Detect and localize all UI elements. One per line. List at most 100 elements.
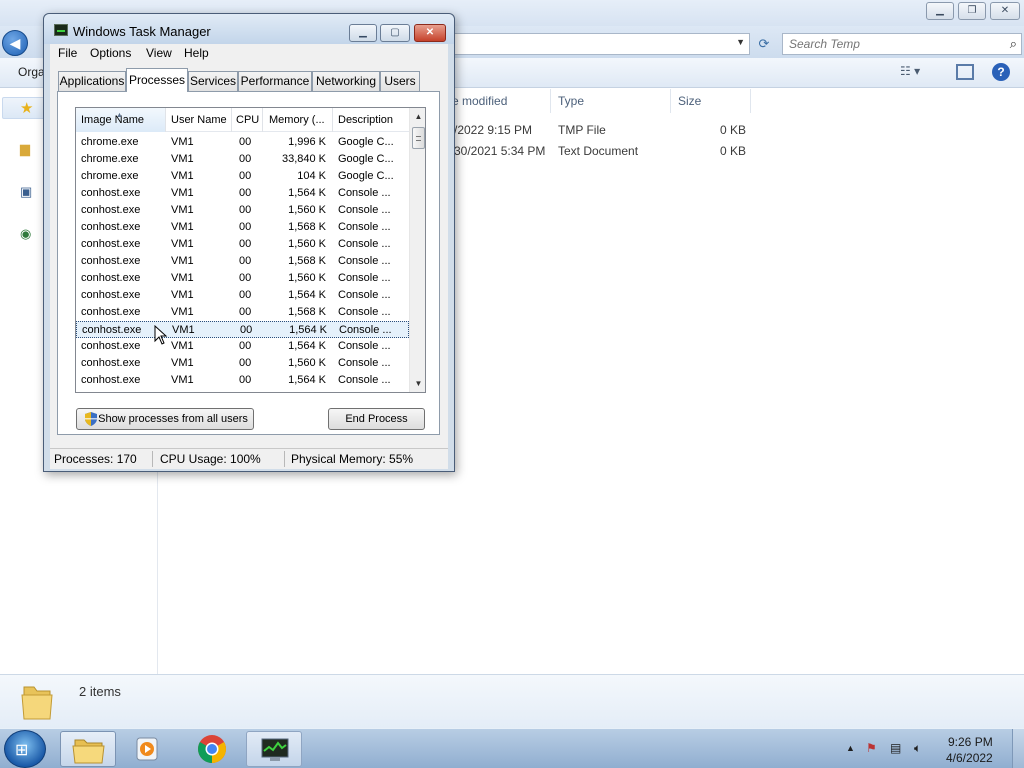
mouse-pointer-icon: [154, 325, 168, 345]
process-memory: 1,564 K: [288, 340, 326, 352]
refresh-icon[interactable]: ⟳: [754, 34, 774, 54]
volume-icon[interactable]: 🔈︎: [914, 741, 921, 756]
menu-options[interactable]: Options: [90, 46, 131, 60]
status-physical-memory: Physical Memory: 55%: [291, 452, 414, 466]
menu-file[interactable]: File: [58, 46, 77, 60]
process-list[interactable]: ▲ Image Name User Name CPU Memory (... D…: [75, 107, 426, 393]
process-cpu: 00: [239, 289, 252, 301]
address-field[interactable]: ▼: [450, 33, 750, 55]
process-image-name: conhost.exe: [81, 272, 141, 284]
explorer-close-button[interactable]: ✕: [990, 2, 1020, 20]
table-row[interactable]: chrome.exe VM1 00 1,996 K Google C...: [76, 134, 409, 151]
tab-networking[interactable]: Networking: [312, 71, 380, 91]
column-image-name[interactable]: ▲ Image Name: [76, 108, 165, 132]
column-cpu[interactable]: CPU: [236, 114, 264, 126]
column-description[interactable]: Description: [338, 114, 406, 126]
menu-help[interactable]: Help: [184, 46, 209, 60]
explorer-minimize-button[interactable]: ▁: [926, 2, 954, 20]
start-button[interactable]: ⊞: [4, 730, 46, 768]
table-row[interactable]: chrome.exe VM1 00 104 K Google C...: [76, 168, 409, 185]
table-row[interactable]: conhost.exe VM1 00 1,564 K Console ...: [76, 372, 409, 389]
action-center-icon[interactable]: ⚑: [866, 741, 877, 755]
status-divider: [152, 451, 153, 467]
menu-view[interactable]: View: [146, 46, 172, 60]
tab-applications[interactable]: Applications: [58, 71, 126, 91]
tab-performance[interactable]: Performance: [238, 71, 312, 91]
show-all-processes-button[interactable]: Show processes from all users: [76, 408, 254, 430]
taskbar-explorer-button[interactable]: [60, 731, 116, 767]
table-row[interactable]: conhost.exe VM1 00 1,560 K Console ...: [76, 270, 409, 287]
table-row[interactable]: conhost.exe VM1 00 1,560 K Console ...: [76, 236, 409, 253]
search-input[interactable]: [783, 34, 983, 54]
process-user-name: VM1: [171, 374, 194, 386]
show-desktop-button[interactable]: [1012, 729, 1024, 768]
clock-time[interactable]: 9:26 PM: [948, 735, 993, 749]
process-description: Google C...: [338, 153, 394, 165]
maximize-button[interactable]: ▢: [380, 24, 410, 42]
status-processes: Processes: 170: [54, 452, 137, 466]
process-user-name: VM1: [171, 340, 194, 352]
process-user-name: VM1: [171, 255, 194, 267]
table-row[interactable]: conhost.exe VM1 00 1,564 K Console ...: [76, 287, 409, 304]
column-date-modified[interactable]: e modified: [452, 94, 507, 108]
table-row[interactable]: conhost.exe VM1 00 1,564 K Console ...: [76, 321, 409, 338]
column-user-name[interactable]: User Name: [171, 114, 233, 126]
process-description: Google C...: [338, 170, 394, 182]
file-size: 0 KB: [720, 144, 747, 158]
table-row[interactable]: conhost.exe VM1 00 1,564 K Console ...: [76, 185, 409, 202]
tab-services[interactable]: Services: [188, 71, 238, 91]
process-image-name: conhost.exe: [81, 340, 141, 352]
scroll-down-arrow-icon[interactable]: ▼: [410, 375, 425, 392]
back-arrow-icon[interactable]: ◀: [2, 30, 28, 56]
column-divider: [332, 108, 333, 132]
column-memory[interactable]: Memory (...: [269, 114, 333, 126]
column-type[interactable]: Type: [558, 94, 584, 108]
tab-users[interactable]: Users: [380, 71, 420, 91]
process-list-header: ▲ Image Name User Name CPU Memory (... D…: [76, 108, 409, 132]
show-hidden-icons-icon[interactable]: ▲: [846, 743, 855, 753]
table-row[interactable]: conhost.exe VM1 00 1,560 K Console ...: [76, 355, 409, 372]
table-row[interactable]: conhost.exe VM1 00 1,560 K Console ...: [76, 202, 409, 219]
process-description: Console ...: [338, 340, 391, 352]
scrollbar-thumb[interactable]: [412, 127, 425, 149]
process-image-name: conhost.exe: [81, 374, 141, 386]
table-row[interactable]: chrome.exe VM1 00 33,840 K Google C...: [76, 151, 409, 168]
process-description: Console ...: [338, 306, 391, 318]
close-button[interactable]: ✕: [414, 24, 446, 42]
change-view-icon[interactable]: ☷ ▾: [900, 64, 940, 82]
status-bar: Processes: 170 CPU Usage: 100% Physical …: [50, 448, 448, 469]
taskbar-chrome-button[interactable]: [184, 731, 240, 767]
column-divider: [262, 108, 263, 132]
process-cpu: 00: [240, 324, 253, 336]
taskbar-task-manager-button[interactable]: [246, 731, 302, 767]
scroll-up-arrow-icon[interactable]: ▲: [410, 108, 425, 125]
column-size[interactable]: Size: [678, 94, 701, 108]
computer-icon[interactable]: ▣: [20, 184, 36, 200]
explorer-restore-button[interactable]: ❐: [958, 2, 986, 20]
end-process-button[interactable]: End Process: [328, 408, 425, 430]
search-box[interactable]: ⌕: [782, 33, 1022, 55]
process-description: Google C...: [338, 136, 394, 148]
table-row[interactable]: conhost.exe VM1 00 1,568 K Console ...: [76, 219, 409, 236]
details-pane: 2 items: [0, 674, 1024, 728]
clock-date[interactable]: 4/6/2022: [946, 751, 993, 765]
table-row[interactable]: conhost.exe VM1 00 1,568 K Console ...: [76, 253, 409, 270]
help-icon[interactable]: ?: [992, 63, 1010, 81]
task-manager-body: Applications Processes Services Performa…: [50, 64, 448, 448]
organize-button[interactable]: Orga: [18, 65, 45, 79]
libraries-icon[interactable]: ▆: [20, 141, 36, 157]
task-manager-titlebar[interactable]: Windows Task Manager ▁ ▢ ✕: [44, 14, 454, 44]
search-icon[interactable]: ⌕: [1010, 36, 1017, 52]
network-status-icon[interactable]: ▤: [890, 741, 901, 755]
process-cpu: 00: [239, 153, 252, 165]
table-row[interactable]: conhost.exe VM1 00 1,568 K Console ...: [76, 304, 409, 321]
table-row[interactable]: conhost.exe VM1 00 1,564 K Console ...: [76, 338, 409, 355]
process-list-scrollbar[interactable]: ▲ ▼: [409, 108, 425, 392]
process-memory: 1,560 K: [288, 238, 326, 250]
network-icon[interactable]: ◉: [20, 226, 36, 242]
address-dropdown-icon[interactable]: ▼: [736, 37, 745, 47]
preview-pane-icon[interactable]: [956, 64, 974, 80]
tab-processes[interactable]: Processes: [126, 68, 188, 92]
minimize-button[interactable]: ▁: [349, 24, 377, 42]
taskbar-media-player-button[interactable]: [120, 731, 176, 767]
